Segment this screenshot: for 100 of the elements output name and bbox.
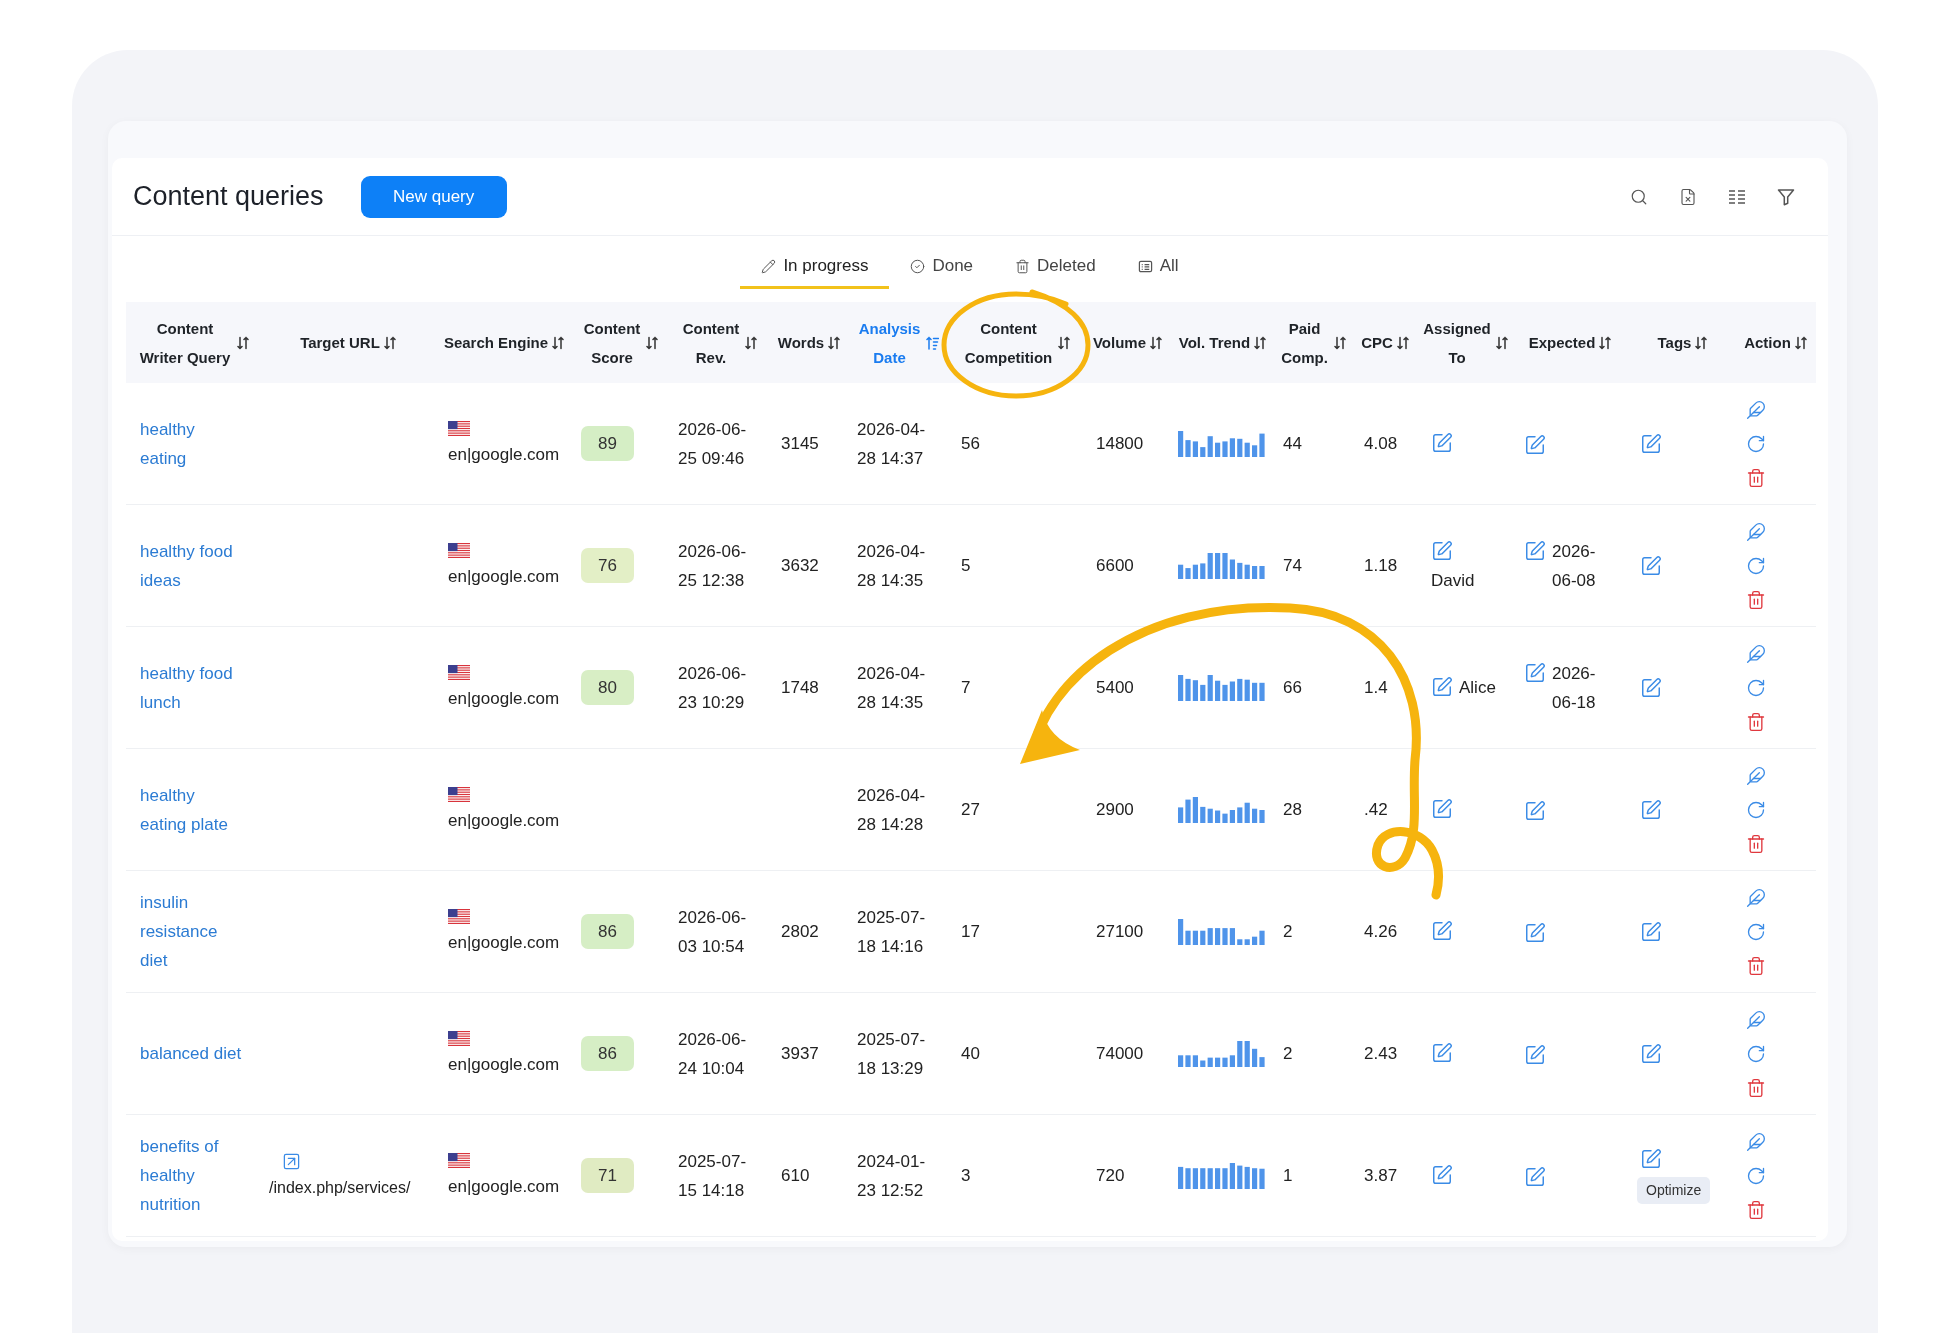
- sort-icon[interactable]: [646, 335, 658, 350]
- column-header[interactable]: Action: [1744, 328, 1791, 357]
- column-header[interactable]: Tags: [1657, 328, 1692, 357]
- column-header[interactable]: Volume: [1092, 328, 1147, 357]
- query-link[interactable]: healthy food lunch: [140, 658, 243, 717]
- feather-icon[interactable]: [1746, 765, 1766, 786]
- feather-icon[interactable]: [1746, 887, 1766, 908]
- content-score: 86: [581, 1036, 634, 1071]
- column-header[interactable]: Paid Comp.: [1279, 313, 1330, 372]
- filter-icon[interactable]: [1777, 187, 1795, 206]
- revision-date: 2026-06-24 10:04: [678, 1028, 748, 1080]
- feather-icon[interactable]: [1746, 1131, 1766, 1152]
- column-header[interactable]: Content Competition: [963, 313, 1054, 372]
- edit-icon[interactable]: [1640, 432, 1662, 455]
- edit-icon[interactable]: [1640, 1042, 1662, 1065]
- column-header[interactable]: Words: [777, 328, 825, 357]
- column-header[interactable]: Analysis Date: [857, 313, 922, 372]
- sort-icon[interactable]: [1254, 335, 1267, 350]
- sort-icon[interactable]: [1695, 335, 1708, 350]
- new-query-button[interactable]: New query: [360, 175, 507, 218]
- refresh-icon[interactable]: [1746, 555, 1766, 576]
- delete-icon[interactable]: [1746, 833, 1766, 854]
- edit-icon[interactable]: [1431, 798, 1453, 820]
- assignee-name: David: [1431, 570, 1475, 590]
- status-tab[interactable]: Done: [889, 246, 995, 289]
- refresh-icon[interactable]: [1746, 1165, 1766, 1186]
- sort-icon[interactable]: [1599, 335, 1612, 350]
- column-header[interactable]: Expected: [1528, 328, 1596, 357]
- sort-icon[interactable]: [1496, 335, 1508, 350]
- query-link[interactable]: benefits of healthy nutrition: [140, 1132, 243, 1219]
- column-header[interactable]: Content Writer Query: [137, 313, 233, 372]
- query-link[interactable]: healthy eating plate: [140, 780, 243, 839]
- edit-icon[interactable]: [1524, 922, 1546, 944]
- feather-icon[interactable]: [1746, 521, 1766, 542]
- feather-icon[interactable]: [1746, 643, 1766, 664]
- edit-icon[interactable]: [1524, 661, 1546, 684]
- column-header[interactable]: CPC: [1361, 328, 1393, 357]
- column-header[interactable]: Content Score: [582, 313, 642, 372]
- column-header[interactable]: Content Rev.: [681, 313, 741, 372]
- sort-icon[interactable]: [236, 335, 249, 350]
- edit-icon[interactable]: [1524, 800, 1546, 822]
- edit-icon[interactable]: [1431, 1164, 1453, 1186]
- content-score: 76: [581, 548, 634, 583]
- edit-icon[interactable]: [1431, 432, 1453, 454]
- edit-icon[interactable]: [1640, 798, 1662, 821]
- column-list-icon[interactable]: [1728, 188, 1746, 205]
- analysis-date: 2025-07-18 13:29: [857, 1028, 927, 1080]
- sort-icon[interactable]: [1794, 335, 1807, 350]
- edit-icon[interactable]: [1640, 554, 1662, 577]
- analysis-date: 2024-01-23 12:52: [857, 1150, 927, 1202]
- query-link[interactable]: insulin resistance diet: [140, 888, 243, 975]
- sort-icon[interactable]: [745, 335, 757, 350]
- sort-icon[interactable]: [383, 335, 396, 350]
- delete-icon[interactable]: [1746, 589, 1766, 610]
- query-link[interactable]: healthy eating: [140, 414, 243, 473]
- target-url: /index.php/services/: [269, 1178, 411, 1198]
- edit-icon[interactable]: [1431, 920, 1453, 942]
- refresh-icon[interactable]: [1746, 677, 1766, 698]
- column-header[interactable]: Vol. Trend: [1178, 328, 1251, 357]
- sort-icon[interactable]: [1150, 335, 1163, 350]
- query-link[interactable]: balanced diet: [140, 1039, 243, 1068]
- query-link[interactable]: healthy food ideas: [140, 536, 243, 595]
- refresh-icon[interactable]: [1746, 1043, 1766, 1064]
- edit-icon[interactable]: [1524, 434, 1546, 456]
- sort-icon[interactable]: [828, 335, 841, 350]
- column-header[interactable]: Search Engine: [443, 328, 549, 357]
- status-tab[interactable]: Deleted: [994, 246, 1117, 289]
- delete-icon[interactable]: [1746, 467, 1766, 488]
- edit-icon[interactable]: [1640, 676, 1662, 699]
- volume-value: 14800: [1096, 434, 1144, 453]
- edit-icon[interactable]: [1524, 1044, 1546, 1066]
- edit-icon[interactable]: [1524, 539, 1546, 562]
- delete-icon[interactable]: [1746, 1077, 1766, 1098]
- refresh-icon[interactable]: [1746, 799, 1766, 820]
- column-header[interactable]: Assigned To: [1422, 313, 1492, 372]
- edit-icon[interactable]: [1640, 920, 1662, 943]
- sort-icon[interactable]: [1333, 335, 1346, 350]
- sort-icon[interactable]: [1396, 335, 1409, 350]
- sort-ascending-icon[interactable]: [925, 335, 939, 350]
- edit-icon[interactable]: [1431, 539, 1453, 562]
- external-link-icon[interactable]: [282, 1152, 301, 1171]
- refresh-icon[interactable]: [1746, 433, 1766, 454]
- search-icon[interactable]: [1630, 187, 1648, 206]
- edit-icon[interactable]: [1431, 676, 1453, 698]
- delete-icon[interactable]: [1746, 711, 1766, 732]
- sort-icon[interactable]: [1057, 335, 1070, 350]
- column-header[interactable]: Target URL: [300, 328, 380, 357]
- status-tab[interactable]: All: [1116, 246, 1200, 289]
- edit-icon[interactable]: [1524, 1166, 1546, 1188]
- search-engine: en|google.com: [448, 566, 560, 588]
- edit-icon[interactable]: [1640, 1147, 1662, 1170]
- sort-icon[interactable]: [552, 335, 565, 350]
- delete-icon[interactable]: [1746, 955, 1766, 976]
- status-tab[interactable]: In progress: [740, 246, 890, 289]
- edit-icon[interactable]: [1431, 1042, 1453, 1064]
- refresh-icon[interactable]: [1746, 921, 1766, 942]
- feather-icon[interactable]: [1746, 1009, 1766, 1030]
- delete-icon[interactable]: [1746, 1199, 1766, 1220]
- file-x-icon[interactable]: [1679, 187, 1697, 206]
- feather-icon[interactable]: [1746, 399, 1766, 420]
